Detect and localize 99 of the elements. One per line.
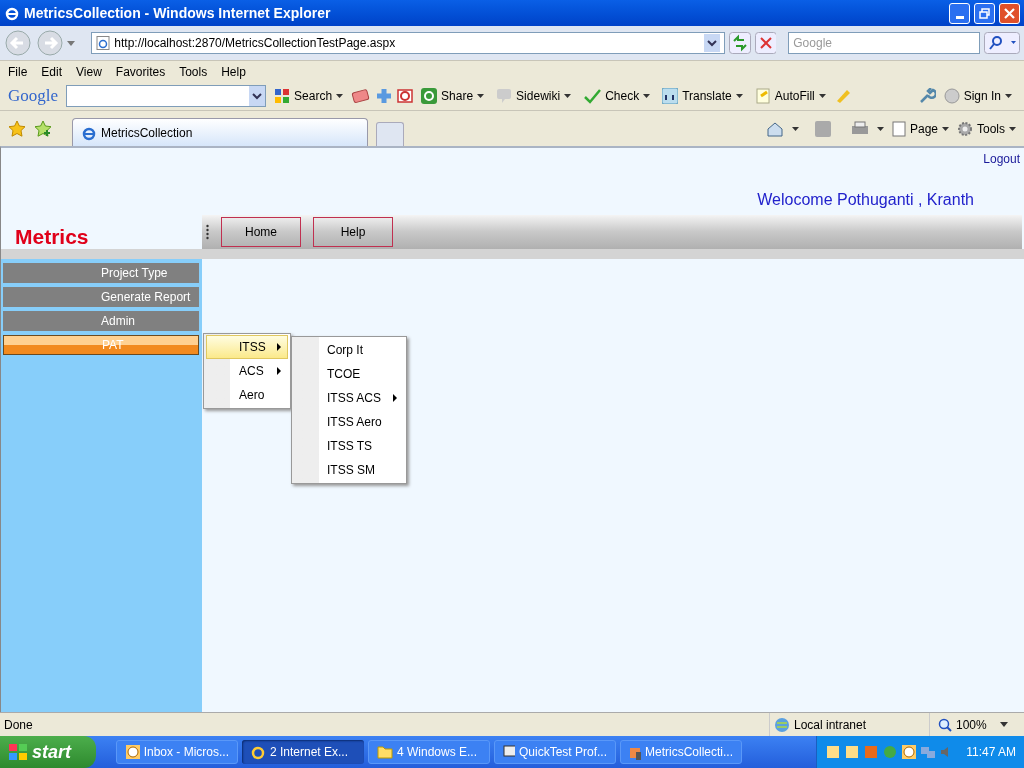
- search-field[interactable]: [66, 85, 267, 107]
- status-text: Done: [3, 716, 34, 734]
- close-button[interactable]: [999, 2, 1020, 24]
- window-title: MetricsCollection - Windows Internet Explorer: [24, 3, 332, 23]
- favorites-star-icon[interactable]: [8, 120, 26, 138]
- pen-icon[interactable]: [351, 88, 372, 104]
- menu-item[interactable]: ITSS ACS: [292, 386, 406, 410]
- start-button[interactable]: start: [0, 736, 96, 768]
- stop-button[interactable]: [754, 32, 777, 54]
- plus-icon[interactable]: [375, 87, 394, 105]
- logout-link[interactable]: Logout: [983, 150, 1020, 168]
- taskbar-button[interactable]: Inbox - Micros...: [116, 740, 238, 764]
- share-icon: [421, 88, 438, 104]
- close-icon: [1004, 7, 1015, 19]
- zone-text: Local intranet: [794, 716, 867, 734]
- dropdown-arrow-icon: [564, 94, 572, 98]
- sidebar-item[interactable]: Admin: [3, 311, 199, 331]
- page-icon: [891, 121, 906, 137]
- restore-button[interactable]: [974, 2, 995, 24]
- tray-icon[interactable]: [844, 744, 861, 760]
- google-logo: Google: [8, 85, 59, 108]
- dropdown-arrow-icon: [735, 94, 743, 98]
- globe-icon: [774, 716, 790, 733]
- dropdown-arrow-icon: [643, 94, 651, 98]
- taskbar-button[interactable]: 4 Windows E...: [368, 740, 490, 764]
- dropdown-arrow-icon: [477, 94, 485, 98]
- menu-item[interactable]: Help: [221, 62, 246, 81]
- zoom-icon: [938, 717, 952, 732]
- search-button[interactable]: [984, 32, 1020, 54]
- site-logo: Metrics: [14, 224, 90, 249]
- dropdown-arrow-icon: [818, 94, 826, 98]
- toolbar-button[interactable]: Search: [270, 87, 348, 105]
- menu-item[interactable]: ITSS TS: [292, 434, 406, 458]
- address-field[interactable]: http://localhost:2870/MetricsCollectionTestPage.aspx: [91, 32, 725, 54]
- translate-icon: [662, 88, 679, 104]
- dropdown-arrow-icon: [1009, 127, 1016, 131]
- page-icon: [96, 36, 111, 50]
- refresh-button[interactable]: [728, 32, 751, 54]
- clock-icon: [125, 744, 140, 760]
- printer-icon[interactable]: [850, 121, 869, 137]
- sidebar-item[interactable]: Generate Report: [3, 287, 199, 307]
- dropdown-arrow-icon[interactable]: [1000, 722, 1008, 727]
- zoom-level[interactable]: 100%: [956, 715, 996, 734]
- tray-icon[interactable]: [825, 744, 842, 760]
- menu-item[interactable]: File: [8, 62, 28, 81]
- menu-item[interactable]: Edit: [41, 62, 63, 81]
- sidebar-item[interactable]: Project Type: [3, 263, 199, 283]
- search-field[interactable]: Google: [788, 32, 981, 54]
- home-icon[interactable]: [765, 121, 784, 137]
- grip-icon: [206, 224, 209, 240]
- menu-item[interactable]: ITSS: [206, 335, 288, 359]
- toolbar-button[interactable]: Share: [417, 87, 489, 105]
- spellcheck-icon: [583, 88, 602, 104]
- menu-item[interactable]: Aero: [206, 383, 288, 407]
- clock-text: 11:47 AM: [966, 744, 1016, 761]
- menu-item[interactable]: ITSS Aero: [292, 410, 406, 434]
- command-button[interactable]: Tools: [957, 120, 1016, 138]
- add-favorite-icon[interactable]: [34, 120, 52, 138]
- folder-icon: [377, 745, 393, 759]
- menu-item[interactable]: Favorites: [115, 62, 166, 81]
- forward-button[interactable]: [35, 29, 64, 57]
- notepad-icon: [754, 88, 771, 104]
- toolbar-button[interactable]: Check: [579, 87, 655, 105]
- taskbar-button[interactable]: 2 Internet Ex...: [242, 740, 364, 764]
- settings-icon: [957, 121, 973, 137]
- minimize-button[interactable]: [949, 2, 970, 24]
- clock-icon[interactable]: [901, 744, 918, 760]
- new-tab-button[interactable]: [376, 122, 404, 146]
- menu-item[interactable]: Corp It: [292, 338, 406, 362]
- restore-icon: [979, 7, 990, 19]
- nav-button[interactable]: Home: [221, 217, 301, 247]
- speech-bubble-icon: [496, 88, 513, 104]
- taskbar-button[interactable]: QuickTest Prof...: [494, 740, 616, 764]
- dropdown-arrow-icon: [791, 127, 799, 131]
- toolbar-button[interactable]: Sidewiki: [492, 87, 576, 105]
- back-button[interactable]: [4, 29, 32, 57]
- dropdown-arrow-icon: [876, 127, 884, 131]
- blocked-icon[interactable]: [397, 88, 414, 104]
- taskbar-button[interactable]: MetricsCollecti...: [620, 740, 742, 764]
- menu-item[interactable]: ACS: [206, 359, 288, 383]
- menu-item[interactable]: ITSS SM: [292, 458, 406, 482]
- menu-item[interactable]: View: [76, 62, 102, 81]
- toolbar-button[interactable]: Sign In: [939, 87, 1016, 105]
- menu-item[interactable]: TCOE: [292, 362, 406, 386]
- toolbar-button[interactable]: Translate: [658, 87, 747, 105]
- welcome-text: Welocome Pothuganti , Kranth: [757, 190, 974, 210]
- nav-button[interactable]: Help: [313, 217, 393, 247]
- monitor-icon: [503, 744, 515, 760]
- dropdown-arrow-icon: [336, 94, 344, 98]
- dropdown-arrow-icon: [1005, 94, 1012, 98]
- dropdown-arrow-icon: [942, 127, 949, 131]
- menu-item[interactable]: Tools: [179, 62, 208, 81]
- windows-logo-icon: [8, 743, 28, 761]
- command-button[interactable]: Page: [891, 120, 949, 138]
- minimize-icon: [955, 15, 964, 19]
- toolbar-button[interactable]: AutoFill: [750, 87, 830, 105]
- search-colors-icon: [274, 88, 291, 104]
- circle-avatar-icon: [943, 88, 960, 104]
- browser-tab[interactable]: MetricsCollection: [72, 118, 368, 146]
